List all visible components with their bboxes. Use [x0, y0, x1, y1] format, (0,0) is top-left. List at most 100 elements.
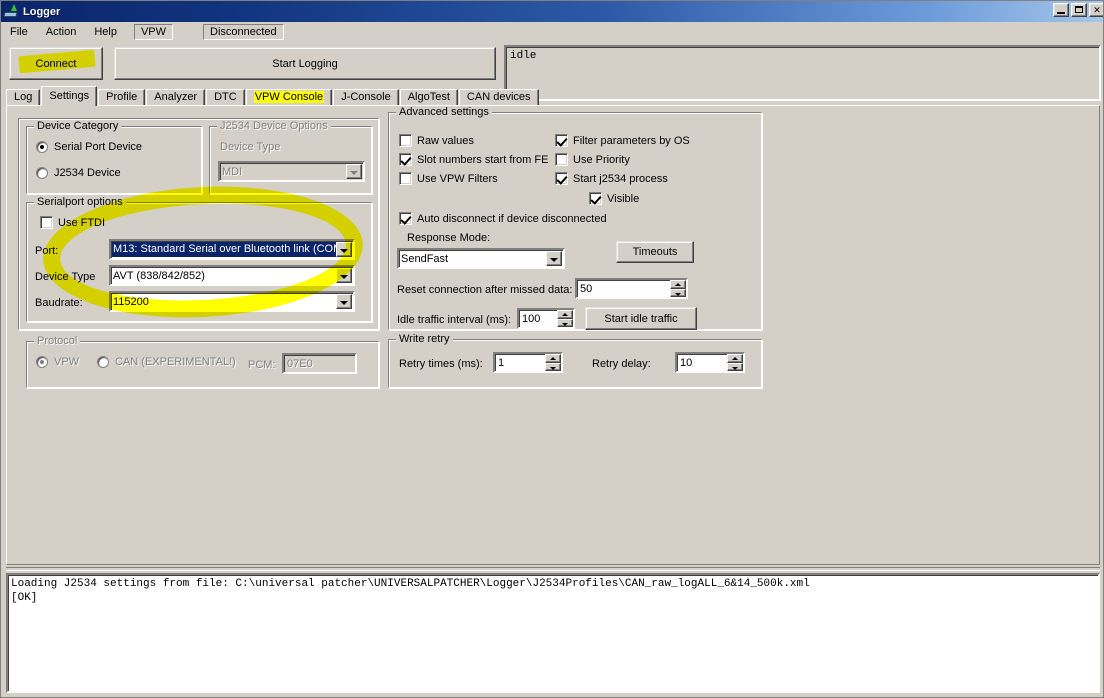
chevron-down-icon[interactable] — [336, 268, 352, 283]
j2534-device-type-label: Device Type — [220, 141, 281, 153]
stepper-buttons — [557, 310, 573, 327]
protocol-legend: Protocol — [34, 335, 81, 347]
device-type-combo[interactable]: AVT (838/842/852) — [109, 265, 355, 286]
auto-disconnect-checkbox[interactable]: Auto disconnect if device disconnected — [399, 212, 607, 225]
maximize-icon[interactable] — [1071, 3, 1087, 17]
menu-item-file[interactable]: File — [1, 24, 37, 40]
retry-delay-stepper[interactable]: 10 — [675, 352, 745, 373]
start-logging-button[interactable]: Start Logging — [114, 47, 496, 80]
checkbox-label: Use Priority — [573, 153, 630, 166]
stepper-up-icon[interactable] — [545, 354, 561, 363]
title-bar: Logger ✕ — [1, 1, 1103, 22]
tab-vpw-console[interactable]: VPW Console — [245, 89, 333, 106]
checkbox-label: Use FTDI — [58, 216, 106, 229]
idle-interval-stepper[interactable]: 100 — [517, 308, 575, 329]
chevron-down-icon[interactable] — [346, 164, 362, 179]
splitter-handle[interactable] — [6, 567, 1100, 571]
checkbox-indicator — [399, 212, 412, 225]
protocol-indicator: VPW — [133, 23, 173, 40]
pcm-field[interactable]: 07E0 — [282, 353, 357, 374]
chevron-down-icon[interactable] — [546, 251, 562, 266]
tab-label: AlgoTest — [407, 91, 450, 103]
retry-delay-label: Retry delay: — [592, 358, 651, 370]
connection-status-indicator: Disconnected — [203, 23, 284, 40]
chevron-down-icon[interactable] — [336, 294, 352, 309]
checkbox-indicator — [399, 134, 412, 147]
tab-label: Settings — [49, 90, 90, 102]
serialport-options-group: Serialport options Use FTDI Port: M13: S… — [26, 196, 372, 322]
checkbox-label: Auto disconnect if device disconnected — [417, 212, 607, 225]
protocol-group: Protocol VPW CAN (EXPERIMENTAL!) PCM: 07… — [26, 335, 379, 388]
stepper-value: 10 — [680, 356, 693, 369]
stepper-down-icon[interactable] — [670, 288, 686, 297]
checkbox-label: Use VPW Filters — [417, 172, 498, 185]
checkbox-indicator — [399, 153, 412, 166]
tab-strip: Log Settings Profile Analyzer DTC VPW Co… — [6, 86, 539, 106]
combo-value: AVT (838/842/852) — [113, 269, 205, 282]
baudrate-label: Baudrate: — [35, 297, 83, 309]
device-category-legend: Device Category — [34, 120, 122, 132]
stepper-buttons — [670, 280, 686, 297]
radio-protocol-vpw[interactable]: VPW — [36, 356, 79, 368]
checkbox-indicator — [555, 172, 568, 185]
use-priority-checkbox[interactable]: Use Priority — [555, 153, 630, 166]
write-retry-legend: Write retry — [396, 333, 453, 345]
combo-value: SendFast — [401, 252, 449, 265]
radio-protocol-can[interactable]: CAN (EXPERIMENTAL!) — [97, 356, 236, 368]
reset-connection-stepper[interactable]: 50 — [575, 278, 688, 299]
tab-label: Analyzer — [154, 91, 198, 103]
baudrate-combo[interactable]: 115200 — [109, 291, 355, 312]
radio-indicator — [97, 356, 109, 368]
stepper-up-icon[interactable] — [670, 280, 686, 289]
slot-numbers-checkbox[interactable]: Slot numbers start from FE — [399, 153, 548, 166]
tab-dtc[interactable]: DTC — [206, 89, 245, 106]
device-type-label: Device Type — [35, 271, 96, 283]
filter-parameters-by-os-checkbox[interactable]: Filter parameters by OS — [555, 134, 690, 147]
raw-values-checkbox[interactable]: Raw values — [399, 134, 474, 147]
response-mode-combo[interactable]: SendFast — [397, 248, 565, 269]
tab-can-devices[interactable]: CAN devices — [458, 89, 539, 106]
tab-profile[interactable]: Profile — [98, 89, 146, 106]
use-ftdi-checkbox[interactable]: Use FTDI — [40, 216, 105, 229]
tab-label: Log — [14, 91, 33, 103]
menu-item-action[interactable]: Action — [37, 24, 86, 40]
stepper-down-icon[interactable] — [545, 362, 561, 371]
checkbox-label: Filter parameters by OS — [573, 134, 690, 147]
tab-label: J-Console — [341, 91, 391, 103]
tab-analyzer[interactable]: Analyzer — [146, 89, 206, 106]
reset-connection-label: Reset connection after missed data: — [397, 284, 573, 296]
use-vpw-filters-checkbox[interactable]: Use VPW Filters — [399, 172, 498, 185]
stepper-up-icon[interactable] — [727, 354, 743, 363]
stepper-up-icon[interactable] — [557, 310, 573, 319]
window-title: Logger — [23, 5, 61, 18]
retry-times-stepper[interactable]: 1 — [493, 352, 563, 373]
tab-log[interactable]: Log — [6, 89, 41, 106]
visible-checkbox[interactable]: Visible — [589, 192, 639, 205]
timeouts-button[interactable]: Timeouts — [616, 241, 694, 263]
log-output[interactable]: Loading J2534 settings from file: C:\uni… — [6, 573, 1100, 693]
start-j2534-process-checkbox[interactable]: Start j2534 process — [555, 172, 668, 185]
checkbox-label: Visible — [607, 192, 640, 205]
chevron-down-icon[interactable] — [336, 242, 352, 257]
start-idle-traffic-button[interactable]: Start idle traffic — [585, 307, 697, 330]
tab-settings[interactable]: Settings — [41, 86, 98, 106]
status-output-panel: idle — [504, 45, 1101, 101]
radio-indicator — [36, 141, 48, 153]
minimize-icon[interactable] — [1053, 3, 1069, 17]
close-icon[interactable]: ✕ — [1089, 3, 1103, 17]
radio-j2534-device[interactable]: J2534 Device — [36, 167, 121, 179]
connect-button[interactable]: Connect — [9, 47, 103, 80]
stepper-down-icon[interactable] — [727, 362, 743, 371]
tab-algotest[interactable]: AlgoTest — [399, 89, 458, 106]
checkbox-label: Raw values — [417, 134, 474, 147]
window-buttons: ✕ — [1053, 3, 1103, 17]
radio-serial-port-device[interactable]: Serial Port Device — [36, 141, 142, 153]
j2534-device-type-combo[interactable]: MDI — [218, 161, 365, 182]
port-combo[interactable]: M13: Standard Serial over Bluetooth link… — [109, 239, 355, 260]
tab-j-console[interactable]: J-Console — [333, 89, 399, 106]
tab-label: CAN devices — [466, 91, 531, 103]
menu-item-help[interactable]: Help — [85, 24, 126, 40]
tab-label: DTC — [214, 91, 237, 103]
stepper-down-icon[interactable] — [557, 318, 573, 327]
stepper-value: 1 — [498, 356, 505, 369]
